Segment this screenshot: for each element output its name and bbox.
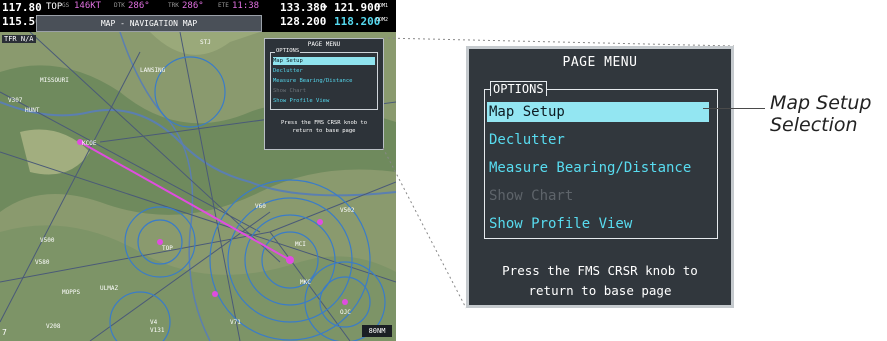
menu-item-map-setup[interactable]: Map Setup [487,102,709,122]
menu-item-declutter[interactable]: Declutter [487,130,709,150]
trk-label: TRK [168,2,179,9]
com1-standby-freq: 121.900 [334,1,381,14]
ete-label: ETE [218,2,229,9]
svg-text:MISSOURI: MISSOURI [40,77,69,84]
callout-line2: Selection [770,114,858,136]
menu-instruction-line1: Press the FMS CRSR knob to [502,263,698,278]
mfd-top-bar: 117.80 115.50 TOP STJ GS 146KT DTK 286° … [0,0,396,32]
menu-item-show-profile-view[interactable]: Show Profile View [487,214,709,234]
small-menu-note: Press the FMS CRSR knob to return to bas… [280,120,368,134]
tfr-indicator: TFR N/A [2,35,36,43]
options-group: OPTIONS Map Setup Declutter Measure Bear… [484,81,718,239]
callout-label: Map Setup Selection [770,92,871,136]
com1-active-freq: 133.380 [280,1,327,14]
com1-tag: COM1 [376,3,389,9]
page-title: MAP - NAVIGATION MAP [36,15,262,32]
mfd-screenshot: 117.80 115.50 TOP STJ GS 146KT DTK 286° … [0,0,396,341]
gs-value: 146KT [74,1,102,11]
range-marker: 7 [2,328,7,337]
small-page-menu: PAGE MENU OPTIONS Map Setup Declutter Me… [264,38,384,150]
small-menu-item-declutter[interactable]: Declutter [273,67,375,75]
small-menu-item-map-setup[interactable]: Map Setup [273,57,375,65]
svg-text:V131: V131 [150,327,165,334]
svg-text:MOPPS: MOPPS [62,289,80,296]
small-menu-title: PAGE MENU [307,41,341,48]
com2-standby-freq: 118.200 [334,15,381,28]
svg-text:MKC: MKC [300,279,311,286]
ete-value: 11:38 [232,1,260,11]
menu-item-show-chart: Show Chart [489,188,574,204]
page-menu: PAGE MENU OPTIONS Map Setup Declutter Me… [466,46,734,308]
gs-label: GS [62,2,70,9]
small-options-box: OPTIONS Map Setup Declutter Measure Bear… [270,48,378,110]
svg-text:V307: V307 [8,97,23,104]
menu-instruction-line2: return to base page [528,283,672,298]
svg-text:HUNT: HUNT [25,107,40,114]
callout-leader-line [703,108,765,109]
svg-text:LANSING: LANSING [140,67,166,74]
svg-text:V71: V71 [230,319,241,326]
svg-text:V4: V4 [150,319,158,326]
svg-text:OJC: OJC [340,309,351,316]
small-menu-item-show-chart: Show Chart [273,88,307,94]
svg-text:KCOE: KCOE [82,140,97,147]
small-menu-item-profile[interactable]: Show Profile View [273,97,375,105]
svg-text:ULMAZ: ULMAZ [100,285,118,292]
page-menu-title: PAGE MENU [562,55,638,70]
map-scale[interactable]: 80NM [362,325,392,337]
trk-value: 286° [182,1,204,11]
svg-text:V580: V580 [35,259,50,266]
svg-text:MCI: MCI [295,241,306,248]
tops-label: TOP [46,2,63,12]
menu-item-measure-bearing-distance[interactable]: Measure Bearing/Distance [487,158,709,178]
small-menu-item-measure[interactable]: Measure Bearing/Distance [273,77,375,85]
svg-text:V208: V208 [46,323,61,330]
svg-text:TOP: TOP [162,245,173,252]
dtk-value: 286° [128,1,150,11]
com2-tag: COM2 [376,17,389,23]
nav1-active-freq: 117.80 [2,1,42,14]
svg-text:V502: V502 [340,207,355,214]
svg-text:V60: V60 [255,203,266,210]
dtk-label: DTK [114,2,125,9]
com2-active-freq: 128.200 [280,15,327,28]
svg-text:V500: V500 [40,237,55,244]
menu-instruction: Press the FMS CRSR knob to return to bas… [469,261,731,301]
callout-line1: Map Setup [770,92,872,114]
small-options-legend: OPTIONS [275,48,301,54]
swap-arrow: ↔ [322,2,328,12]
svg-text:STJ: STJ [200,39,211,46]
options-legend: OPTIONS [490,81,547,96]
